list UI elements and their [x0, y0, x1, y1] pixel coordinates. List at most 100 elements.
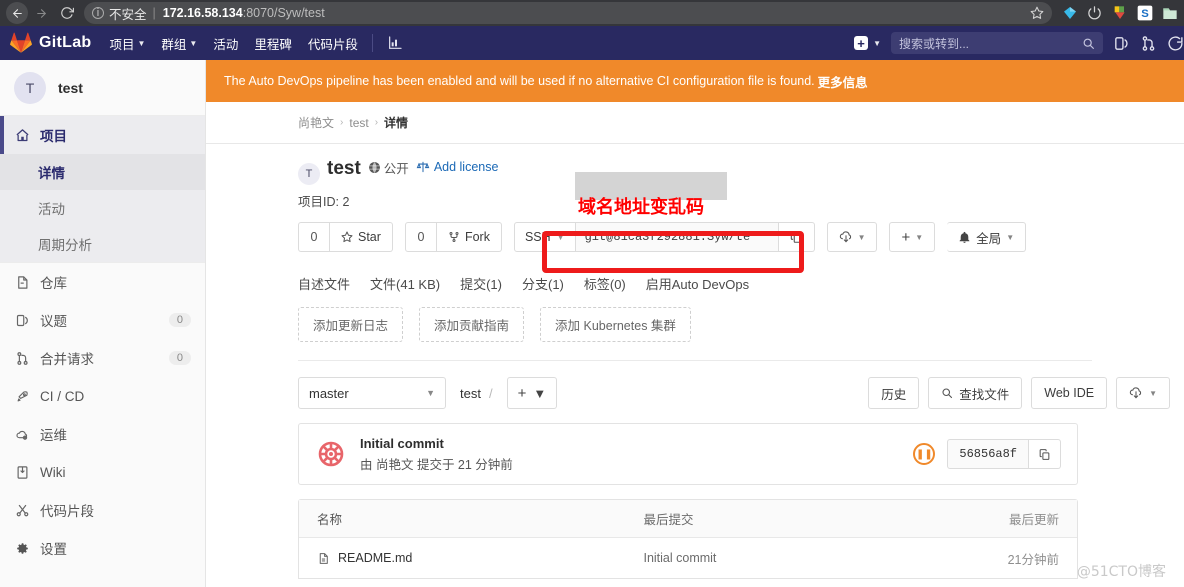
- branch-selector[interactable]: master ▼: [298, 377, 446, 409]
- address-bar[interactable]: i 不安全 | 172.16.58.134:8070/Syw/test: [84, 2, 1052, 24]
- breadcrumb-current: 详情: [384, 116, 409, 130]
- s-extension-icon[interactable]: S: [1137, 5, 1153, 21]
- notification-button[interactable]: 全局 ▼: [947, 222, 1027, 252]
- sidebar-item-merge-requests[interactable]: 合并请求 0: [0, 339, 205, 377]
- web-ide-button[interactable]: Web IDE: [1031, 377, 1108, 409]
- clone-protocol-label: SSH: [524, 230, 551, 244]
- sidebar-item-project[interactable]: 项目: [0, 116, 205, 154]
- search-input[interactable]: 搜索或转到...: [891, 32, 1103, 54]
- top-nav-item-projects[interactable]: 项目 ▼: [109, 34, 145, 53]
- file-name[interactable]: README.md: [338, 551, 412, 565]
- power-extension-icon[interactable]: [1087, 5, 1103, 21]
- history-button[interactable]: 历史: [868, 377, 920, 409]
- sidebar-item-ci-cd[interactable]: CI / CD: [0, 377, 205, 415]
- issues-icon[interactable]: [1113, 35, 1130, 52]
- breadcrumb-separator: ›: [374, 117, 379, 128]
- table-row[interactable]: README.md Initial commit 21分钟前: [299, 538, 1077, 578]
- sidebar-item-issues[interactable]: 议题 0: [0, 301, 205, 339]
- chart-icon[interactable]: [387, 35, 403, 51]
- tab-files[interactable]: 文件(41 KB): [370, 274, 440, 293]
- suggestion-chips: 添加更新日志 添加贡献指南 添加 Kubernetes 集群: [206, 293, 1184, 342]
- sidebar-project-header[interactable]: T test: [0, 60, 205, 116]
- diamond-extension-icon[interactable]: [1062, 5, 1078, 21]
- fork-label: Fork: [464, 230, 490, 244]
- notification-label: 全局: [976, 231, 1002, 246]
- pipeline-pending-icon[interactable]: ❚❚: [913, 443, 936, 465]
- sidebar-item-details[interactable]: 详情: [0, 154, 205, 190]
- star-icon[interactable]: [1020, 6, 1044, 20]
- top-nav-items: 项目 ▼ 群组 ▼ 活动 里程碑 代码片段: [109, 34, 357, 53]
- new-item-button[interactable]: + ▼: [854, 36, 881, 50]
- star-button[interactable]: Star: [330, 222, 393, 252]
- repo-path-root[interactable]: test: [460, 386, 481, 401]
- file-table: 名称 最后提交 最后更新 README.md Initial commit 21…: [298, 499, 1078, 579]
- sidebar-item-activity[interactable]: 活动: [0, 190, 205, 226]
- folder-extension-icon[interactable]: [1162, 5, 1178, 21]
- sidebar-item-settings[interactable]: 设置: [0, 529, 205, 567]
- tab-tags[interactable]: 标签(0): [584, 274, 626, 293]
- forward-arrow-icon[interactable]: [28, 0, 54, 26]
- add-kubernetes-cluster-button[interactable]: 添加 Kubernetes 集群: [540, 307, 691, 342]
- commit-title[interactable]: Initial commit: [360, 436, 513, 451]
- sidebar-item-wiki[interactable]: Wiki: [0, 453, 205, 491]
- commit-sha-group: 56856a8f: [947, 439, 1061, 469]
- gitlab-logo[interactable]: GitLab: [10, 32, 91, 54]
- add-contribution-guide-button[interactable]: 添加贡献指南: [419, 307, 525, 342]
- top-nav-item-snippets[interactable]: 代码片段: [308, 34, 358, 53]
- sidebar-item-repository[interactable]: 仓库: [0, 263, 205, 301]
- download-repo-button[interactable]: ▼: [1116, 377, 1170, 409]
- top-nav-item-milestones[interactable]: 里程碑: [254, 34, 292, 53]
- star-label: Star: [358, 230, 381, 244]
- chevron-down-icon: ▼: [137, 38, 146, 48]
- merge-request-icon[interactable]: [1140, 35, 1157, 52]
- breadcrumb-item-project[interactable]: test: [349, 116, 368, 130]
- repository-icon: [14, 274, 30, 290]
- add-file-button[interactable]: + ▼: [506, 377, 558, 409]
- url-path: :8070/Syw/test: [242, 6, 325, 20]
- clone-protocol-dropdown[interactable]: SSH ▼: [513, 222, 576, 252]
- copy-sha-button[interactable]: [1029, 439, 1061, 469]
- top-nav-item-activity[interactable]: 活动: [213, 34, 238, 53]
- visibility-label: 公开: [383, 162, 409, 176]
- sidebar-subitem-label: 详情: [38, 166, 65, 181]
- sidebar-subitem-label: 活动: [38, 202, 65, 217]
- tab-branches[interactable]: 分支(1): [522, 274, 564, 293]
- download-extension-icon[interactable]: [1112, 5, 1128, 21]
- copy-clone-url-button[interactable]: [778, 222, 815, 252]
- find-file-button[interactable]: 查找文件: [928, 377, 1023, 409]
- sidebar-item-cycle-analytics[interactable]: 周期分析: [0, 226, 205, 262]
- download-icon: [839, 230, 853, 244]
- todos-icon[interactable]: [1167, 35, 1184, 52]
- back-arrow-icon[interactable]: [6, 2, 28, 24]
- tab-readme[interactable]: 自述文件: [298, 274, 350, 293]
- file-table-header: 名称 最后提交 最后更新: [299, 500, 1077, 538]
- search-icon: [941, 387, 953, 399]
- clone-url-group: SSH ▼ git@81ca3f292881:Syw/te: [513, 222, 815, 252]
- project-id-value: 2: [342, 195, 350, 209]
- tab-commits[interactable]: 提交(1): [460, 274, 502, 293]
- download-source-button[interactable]: ▼: [826, 222, 878, 252]
- top-nav-item-groups[interactable]: 群组 ▼: [161, 34, 197, 53]
- sidebar-item-operations[interactable]: 运维: [0, 415, 205, 453]
- gear-icon: [14, 540, 30, 556]
- reload-icon[interactable]: [54, 0, 80, 26]
- commit-sha[interactable]: 56856a8f: [947, 439, 1029, 469]
- alert-more-info-link[interactable]: 更多信息: [818, 72, 868, 91]
- fork-button[interactable]: Fork: [436, 222, 502, 252]
- plus-icon: +: [517, 384, 527, 402]
- add-changelog-button[interactable]: 添加更新日志: [298, 307, 404, 342]
- license-balance-icon: [416, 160, 430, 174]
- sidebar-item-snippets[interactable]: 代码片段: [0, 491, 205, 529]
- security-label: 不安全: [109, 7, 147, 22]
- clone-url-input[interactable]: git@81ca3f292881:Syw/te: [575, 222, 779, 252]
- sidebar-project-name: test: [58, 79, 83, 96]
- site-info-icon[interactable]: i: [92, 7, 104, 19]
- nav-divider: [371, 34, 373, 52]
- plus-icon: +: [854, 36, 869, 50]
- add-license-link[interactable]: Add license: [416, 160, 498, 174]
- breadcrumb-item-owner[interactable]: 尚艳文: [298, 114, 334, 131]
- add-to-project-button[interactable]: + ▼: [889, 222, 936, 252]
- top-nav-label: 项目: [109, 37, 135, 52]
- tab-auto-devops[interactable]: 启用Auto DevOps: [646, 274, 749, 293]
- file-last-commit[interactable]: Initial commit: [643, 551, 955, 565]
